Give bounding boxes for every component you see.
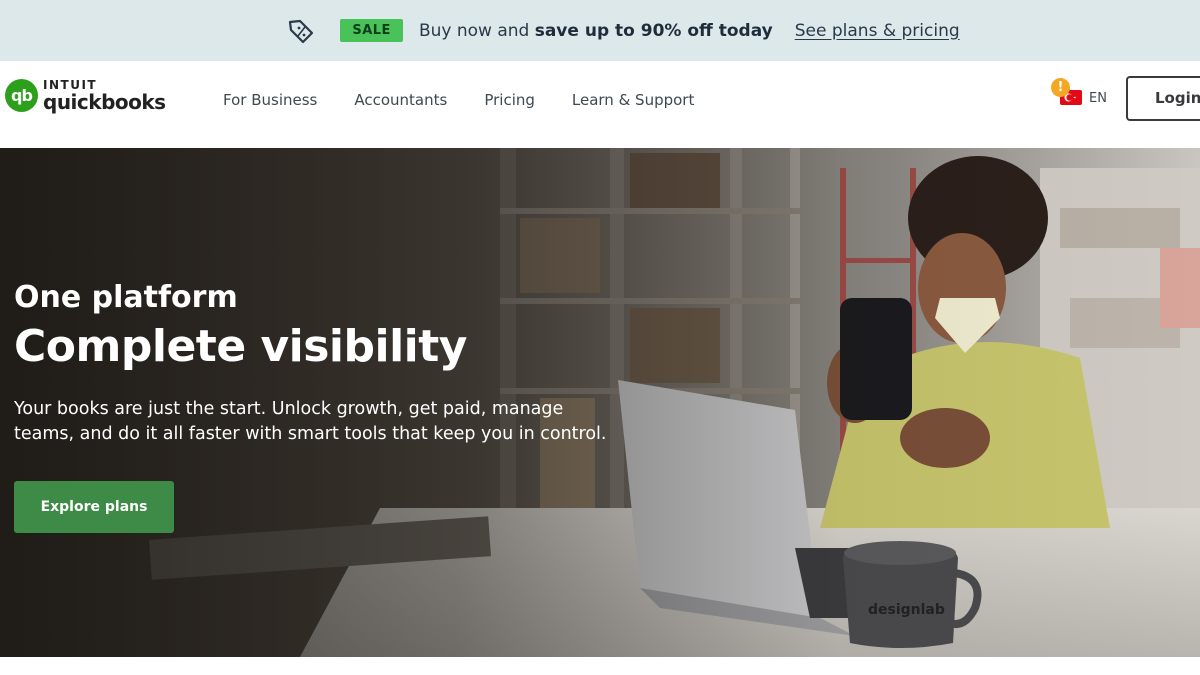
main-nav: For Business Accountants Pricing Learn &… bbox=[223, 91, 731, 109]
login-button[interactable]: Login bbox=[1126, 76, 1200, 121]
explore-plans-button[interactable]: Explore plans bbox=[14, 481, 174, 533]
nav-learn-support[interactable]: Learn & Support bbox=[572, 91, 694, 109]
language-selector[interactable]: ! EN bbox=[1051, 78, 1113, 108]
promo-text: Buy now and save up to 90% off today bbox=[418, 20, 773, 41]
site-header: qb INTUIT quickbooks For Business Accoun… bbox=[0, 61, 1200, 148]
alert-icon: ! bbox=[1051, 78, 1070, 97]
nav-pricing[interactable]: Pricing bbox=[484, 91, 535, 109]
hero-title: Complete visibility bbox=[14, 321, 467, 372]
discount-tag-icon bbox=[286, 16, 316, 46]
sale-badge: SALE bbox=[340, 19, 403, 42]
logo-quickbooks-text: quickbooks bbox=[43, 90, 166, 114]
promo-banner: SALE Buy now and save up to 90% off toda… bbox=[0, 0, 1200, 61]
language-label: EN bbox=[1089, 91, 1107, 106]
nav-accountants[interactable]: Accountants bbox=[354, 91, 447, 109]
see-plans-pricing-link[interactable]: See plans & pricing bbox=[795, 21, 960, 41]
hero-section: designlab One platform Complete visibili… bbox=[0, 148, 1200, 657]
nav-for-business[interactable]: For Business bbox=[223, 91, 317, 109]
quickbooks-logo-mark: qb bbox=[5, 79, 38, 112]
hero-description: Your books are just the start. Unlock gr… bbox=[14, 399, 607, 444]
hero-subtitle: One platform bbox=[14, 280, 238, 315]
quickbooks-logo[interactable]: qb INTUIT quickbooks bbox=[5, 79, 166, 112]
